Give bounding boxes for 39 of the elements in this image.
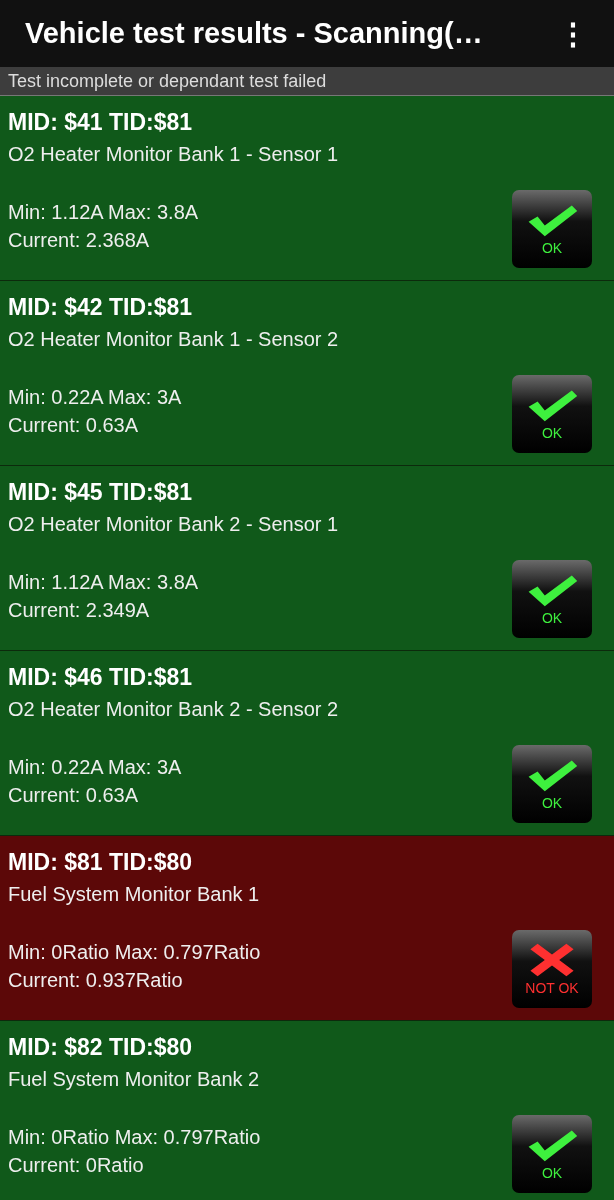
limits-text: Min: 0.22A Max: 3A	[8, 385, 183, 410]
current-value: Current: 0.937Ratio	[8, 968, 184, 993]
test-id: MID: $46 TID:$81	[8, 663, 194, 692]
result-row[interactable]: MID: $45 TID:$81 O2 Heater Monitor Bank 2 - Sensor 1 Min: 1.12A Max: 3.8A Current: 2.349A OK	[0, 466, 614, 651]
limits-text: Min: 1.12A Max: 3.8A	[8, 570, 200, 595]
test-id: MID: $45 TID:$81	[8, 478, 194, 507]
status-label: OK	[541, 240, 563, 256]
test-id: MID: $82 TID:$80	[8, 1033, 194, 1062]
test-name: O2 Heater Monitor Bank 1 - Sensor 1	[8, 142, 339, 167]
limits-text: Min: 0Ratio Max: 0.797Ratio	[8, 940, 261, 965]
test-name: Fuel System Monitor Bank 1	[8, 882, 261, 907]
test-name: Fuel System Monitor Bank 2	[8, 1067, 261, 1092]
result-row[interactable]: MID: $82 TID:$80 Fuel System Monitor Bank 2 Min: 0Ratio Max: 0.797Ratio Current: 0Ratio OK	[0, 1021, 614, 1200]
result-row[interactable]: MID: $42 TID:$81 O2 Heater Monitor Bank 1 - Sensor 2 Min: 0.22A Max: 3A Current: 0.63A OK	[0, 281, 614, 466]
limits-text: Min: 1.12A Max: 3.8A	[8, 200, 200, 225]
status-label: OK	[541, 1165, 563, 1181]
result-row[interactable]: MID: $81 TID:$80 Fuel System Monitor Bank 1 Min: 0Ratio Max: 0.797Ratio Current: 0.937Ratio NOT OK	[0, 836, 614, 1021]
limits-text: Min: 0.22A Max: 3A	[8, 755, 183, 780]
test-name: O2 Heater Monitor Bank 2 - Sensor 1	[8, 512, 339, 537]
status-label: OK	[541, 610, 563, 626]
test-id: MID: $81 TID:$80	[8, 848, 194, 877]
status-label: NOT OK	[525, 980, 579, 996]
current-value: Current: 2.349A	[8, 598, 151, 623]
screen-title: Vehicle test results - Scanning(…	[25, 17, 483, 50]
result-row[interactable]: MID: $41 TID:$81 O2 Heater Monitor Bank 1 - Sensor 1 Min: 1.12A Max: 3.8A Current: 2.368A OK	[0, 96, 614, 281]
current-value: Current: 0Ratio	[8, 1153, 145, 1178]
test-id: MID: $42 TID:$81	[8, 293, 194, 322]
legend-text: Test incomplete or dependant test failed	[8, 70, 327, 92]
current-value: Current: 2.368A	[8, 228, 151, 253]
status-label: OK	[541, 795, 563, 811]
current-value: Current: 0.63A	[8, 783, 140, 808]
test-name: O2 Heater Monitor Bank 1 - Sensor 2	[8, 327, 339, 352]
test-name: O2 Heater Monitor Bank 2 - Sensor 2	[8, 697, 339, 722]
limits-text: Min: 0Ratio Max: 0.797Ratio	[8, 1125, 261, 1150]
test-id: MID: $41 TID:$81	[8, 108, 194, 137]
result-row[interactable]: MID: $46 TID:$81 O2 Heater Monitor Bank 2 - Sensor 2 Min: 0.22A Max: 3A Current: 0.63A OK	[0, 651, 614, 836]
status-label: OK	[541, 425, 563, 441]
current-value: Current: 0.63A	[8, 413, 140, 438]
more-menu-button[interactable]: ⋮	[554, 16, 592, 51]
